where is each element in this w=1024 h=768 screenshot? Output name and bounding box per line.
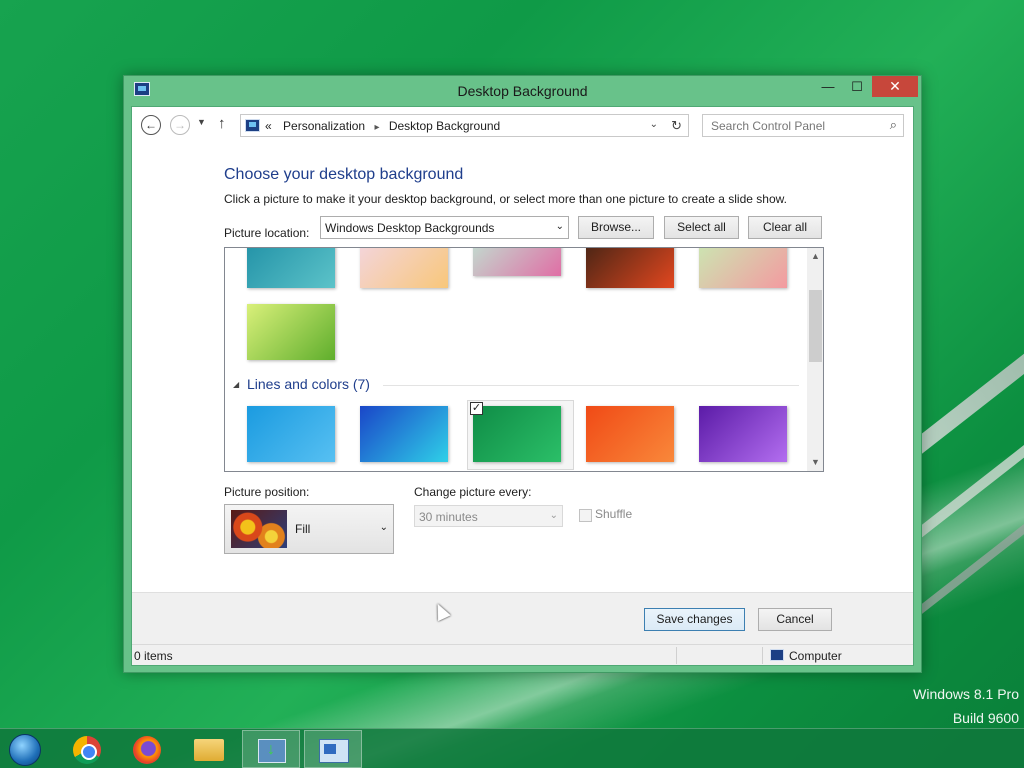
shuffle-label: Shuffle bbox=[595, 507, 633, 521]
status-divider bbox=[676, 647, 677, 664]
wallpaper-thumbnail-selected[interactable] bbox=[473, 406, 561, 462]
address-bar[interactable]: « Personalization ▸ Desktop Background ⌄… bbox=[240, 114, 689, 137]
minimize-button[interactable]: — bbox=[814, 76, 842, 97]
os-watermark-edition: Windows 8.1 Pro bbox=[913, 686, 1019, 702]
group-divider bbox=[383, 385, 799, 386]
desktop-background-window: Desktop Background — ☐ ✕ ← → ▼ ↑ « Perso… bbox=[123, 75, 922, 673]
wallpaper-thumbnail[interactable] bbox=[699, 248, 787, 288]
page-description: Click a picture to make it your desktop … bbox=[224, 192, 787, 206]
window-client-area: ← → ▼ ↑ « Personalization ▸ Desktop Back… bbox=[131, 106, 914, 666]
up-button[interactable]: ↑ bbox=[218, 115, 226, 132]
change-picture-label: Change picture every: bbox=[414, 485, 532, 499]
os-watermark-build: Build 9600 bbox=[952, 710, 1019, 726]
page-title: Choose your desktop background bbox=[224, 166, 464, 183]
start-button[interactable] bbox=[0, 730, 58, 768]
scrollbar-thumb[interactable] bbox=[809, 290, 822, 362]
breadcrumb-item-desktop-background[interactable]: Desktop Background bbox=[389, 119, 500, 133]
chrome-icon bbox=[73, 736, 101, 764]
refresh-icon[interactable]: ↻ bbox=[671, 118, 682, 134]
thumbnail-checkbox[interactable]: ✓ bbox=[470, 402, 483, 415]
wallpaper-thumbnail[interactable] bbox=[247, 406, 335, 462]
taskbar-file-explorer[interactable] bbox=[180, 730, 238, 768]
wallpaper-thumbnail[interactable] bbox=[247, 304, 335, 360]
back-button[interactable]: ← bbox=[141, 115, 161, 135]
search-placeholder: Search Control Panel bbox=[711, 119, 826, 133]
gallery-scrollbar[interactable]: ▲ ▼ bbox=[807, 248, 823, 471]
firefox-icon bbox=[133, 736, 161, 764]
windows-logo-icon bbox=[9, 734, 41, 766]
taskbar bbox=[0, 728, 1024, 768]
browse-button[interactable]: Browse... bbox=[578, 216, 654, 239]
close-button[interactable]: ✕ bbox=[872, 76, 918, 97]
wallpaper-thumbnail[interactable] bbox=[699, 406, 787, 462]
control-panel-icon bbox=[245, 119, 260, 132]
collapse-triangle-icon[interactable]: ◢ bbox=[233, 380, 239, 389]
wallpaper-thumbnail[interactable] bbox=[247, 248, 335, 288]
breadcrumb-separator-icon: ▸ bbox=[374, 122, 380, 133]
wallpaper-thumbnail[interactable] bbox=[586, 248, 674, 288]
select-all-button[interactable]: Select all bbox=[664, 216, 739, 239]
scroll-down-icon[interactable]: ▼ bbox=[807, 454, 823, 471]
chevron-down-icon: ⌄ bbox=[379, 522, 388, 533]
computer-icon bbox=[770, 649, 784, 661]
taskbar-control-panel[interactable] bbox=[304, 730, 362, 768]
picture-location-select[interactable]: Windows Desktop Backgrounds ⌄ bbox=[320, 216, 569, 239]
change-picture-value: 30 minutes bbox=[419, 510, 478, 524]
shuffle-checkbox[interactable] bbox=[579, 509, 592, 522]
change-picture-select[interactable]: 30 minutes ⌄ bbox=[414, 505, 563, 527]
maximize-button[interactable]: ☐ bbox=[843, 76, 871, 97]
taskbar-chrome[interactable] bbox=[58, 730, 116, 768]
picture-position-label: Picture position: bbox=[224, 485, 310, 499]
taskbar-firefox[interactable] bbox=[118, 730, 176, 768]
dialog-footer: Save changes Cancel bbox=[132, 592, 913, 644]
status-bar: 0 items Computer bbox=[132, 644, 913, 665]
picture-location-value: Windows Desktop Backgrounds bbox=[325, 221, 495, 235]
search-input[interactable]: Search Control Panel ⌕ bbox=[702, 114, 904, 137]
taskbar-download-app[interactable] bbox=[242, 730, 300, 768]
picture-location-label: Picture location: bbox=[224, 226, 310, 240]
scroll-up-icon[interactable]: ▲ bbox=[807, 248, 823, 265]
status-location: Computer bbox=[789, 649, 842, 663]
recent-locations-icon[interactable]: ▼ bbox=[197, 117, 206, 127]
breadcrumb-item-personalization[interactable]: Personalization bbox=[283, 119, 365, 133]
download-icon bbox=[258, 739, 286, 763]
position-preview-image bbox=[231, 510, 287, 548]
wallpaper-thumbnail[interactable] bbox=[473, 248, 561, 276]
status-divider bbox=[762, 647, 763, 664]
title-bar[interactable]: Desktop Background — ☐ ✕ bbox=[124, 76, 921, 106]
picture-gallery: ◢ Lines and colors (7) ✓ ▲ ▼ bbox=[224, 247, 824, 472]
folder-icon bbox=[194, 739, 224, 761]
breadcrumb-overflow[interactable]: « bbox=[265, 119, 272, 133]
chevron-down-icon[interactable]: ⌄ bbox=[650, 119, 658, 130]
picture-position-value: Fill bbox=[295, 522, 311, 536]
control-panel-icon bbox=[319, 739, 349, 763]
chevron-down-icon: ⌄ bbox=[555, 221, 564, 232]
save-changes-button[interactable]: Save changes bbox=[644, 608, 745, 631]
breadcrumb: « Personalization ▸ Desktop Background bbox=[265, 119, 500, 133]
picture-position-select[interactable]: Fill ⌄ bbox=[224, 504, 394, 554]
cancel-button[interactable]: Cancel bbox=[758, 608, 832, 631]
wallpaper-thumbnail[interactable] bbox=[360, 406, 448, 462]
wallpaper-thumbnail[interactable] bbox=[360, 248, 448, 288]
wallpaper-thumbnail[interactable] bbox=[586, 406, 674, 462]
clear-all-button[interactable]: Clear all bbox=[748, 216, 822, 239]
search-icon[interactable]: ⌕ bbox=[890, 117, 897, 133]
navigation-bar: ← → ▼ ↑ « Personalization ▸ Desktop Back… bbox=[132, 107, 913, 145]
group-header-lines-and-colors[interactable]: ◢ Lines and colors (7) bbox=[233, 376, 799, 394]
forward-button[interactable]: → bbox=[170, 115, 190, 135]
chevron-down-icon: ⌄ bbox=[549, 510, 558, 521]
group-title: Lines and colors (7) bbox=[247, 376, 370, 392]
status-item-count: 0 items bbox=[134, 649, 173, 663]
window-title: Desktop Background bbox=[457, 83, 588, 99]
